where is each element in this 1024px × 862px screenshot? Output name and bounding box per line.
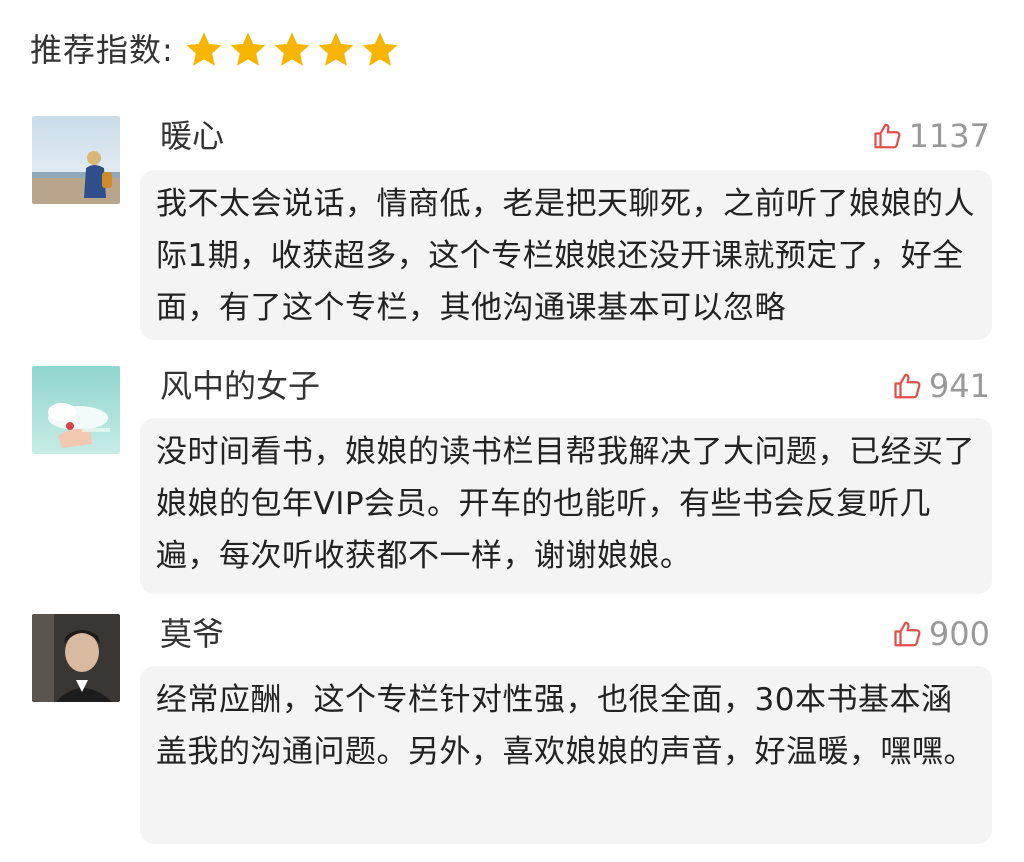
- comment-item: 暖心 1137 我不太会说话，情商低，老是把天聊死，之前听了娘娘的人际1期，收获…: [30, 116, 992, 344]
- star-rating: [184, 30, 404, 70]
- like-count: 1137: [908, 117, 990, 155]
- thumbs-up-icon: [894, 373, 921, 399]
- username[interactable]: 风中的女子: [160, 366, 320, 406]
- comment-text: 经常应酬，这个专栏针对性强，也很全面，30本书基本涵盖我的沟通问题。另外，喜欢娘…: [140, 666, 992, 844]
- username[interactable]: 莫爷: [160, 614, 224, 654]
- avatar[interactable]: [32, 614, 120, 702]
- star-icon: [230, 32, 266, 66]
- avatar[interactable]: [32, 116, 120, 204]
- star-icon: [318, 32, 354, 66]
- star-icon: [362, 32, 398, 66]
- comment-text: 我不太会说话，情商低，老是把天聊死，之前听了娘娘的人际1期，收获超多，这个专栏娘…: [140, 170, 992, 340]
- comment-text: 没时间看书，娘娘的读书栏目帮我解决了大问题，已经买了娘娘的包年VIP会员。开车的…: [140, 418, 992, 594]
- star-icon: [186, 32, 222, 66]
- like-button[interactable]: 941: [893, 366, 990, 406]
- comment-item: 风中的女子 941 没时间看书，娘娘的读书栏目帮我解决了大问题，已经买了娘娘的包…: [30, 366, 992, 600]
- like-button[interactable]: 900: [893, 614, 990, 654]
- avatar[interactable]: [32, 366, 120, 454]
- comment-item: 莫爷 900 经常应酬，这个专栏针对性强，也很全面，30本书基本涵盖我的沟通问题…: [30, 614, 992, 848]
- rating-label: 推荐指数:: [30, 31, 174, 69]
- like-count: 900: [928, 615, 990, 653]
- like-count: 941: [928, 367, 990, 405]
- like-button[interactable]: 1137: [873, 116, 990, 156]
- username[interactable]: 暖心: [160, 116, 224, 156]
- thumbs-up-icon: [894, 621, 921, 647]
- rating-row: 推荐指数:: [30, 28, 404, 72]
- thumbs-up-icon: [873, 123, 901, 149]
- star-icon: [274, 32, 310, 66]
